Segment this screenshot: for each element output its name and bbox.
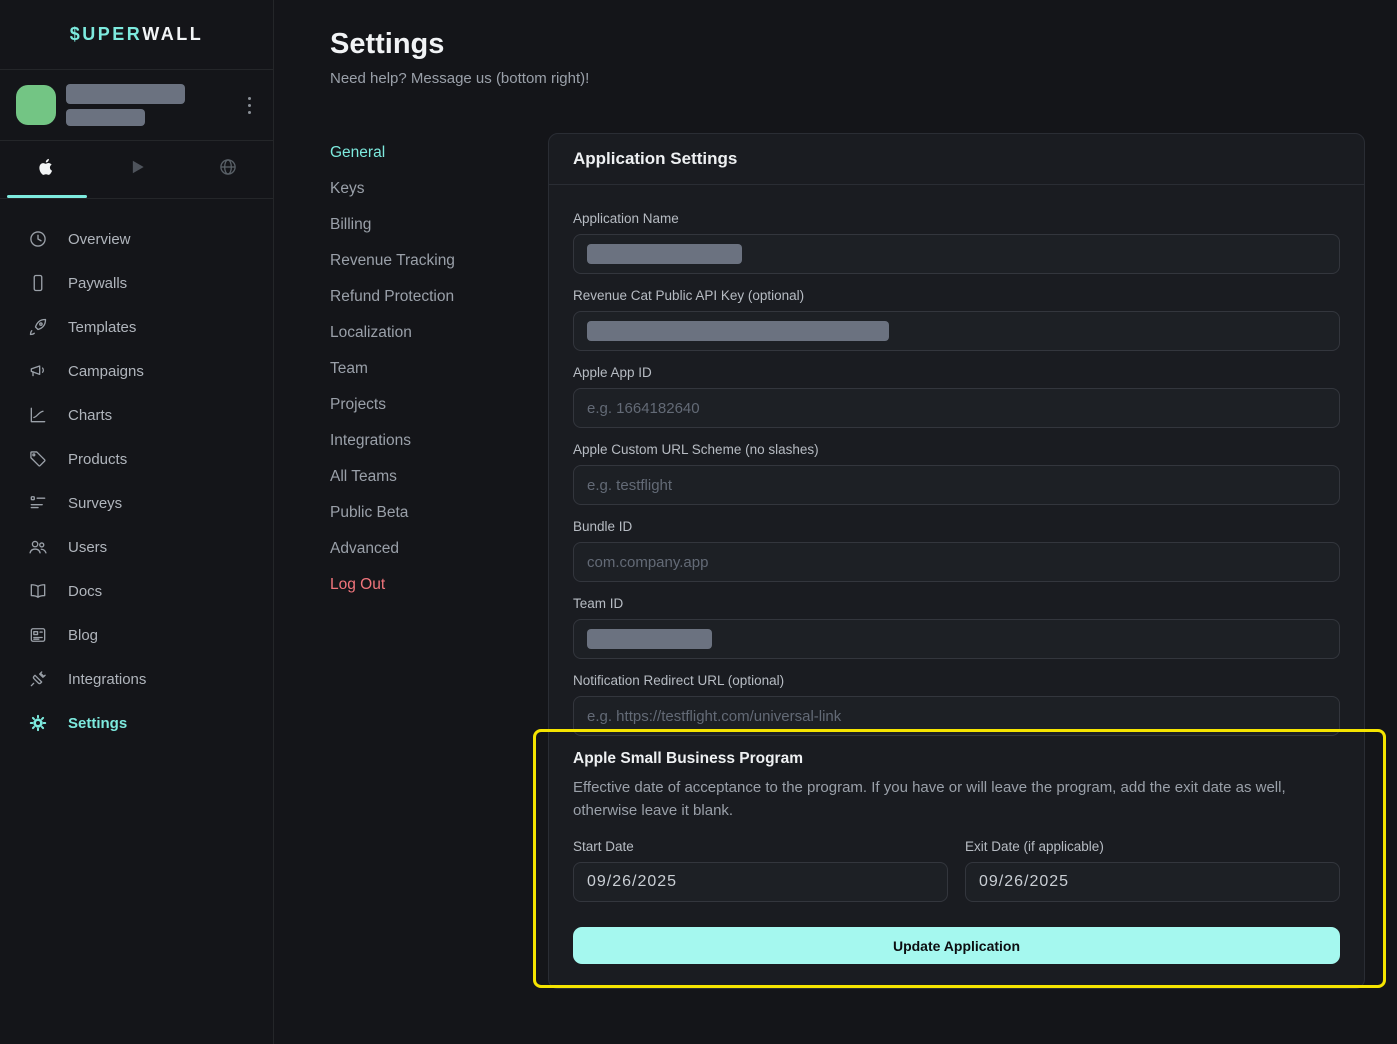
sidebar: $UPERWALL bbox=[0, 0, 274, 1044]
docs-book-icon bbox=[28, 581, 48, 601]
paywalls-phone-icon bbox=[28, 273, 48, 293]
apple-app-id-input[interactable] bbox=[573, 388, 1340, 428]
sidebar-item-charts[interactable]: Charts bbox=[0, 393, 273, 437]
sidebar-item-label: Blog bbox=[68, 627, 98, 644]
sidebar-item-label: Overview bbox=[68, 231, 131, 248]
small-business-title: Apple Small Business Program bbox=[573, 750, 1340, 768]
page-title: Settings bbox=[330, 28, 1365, 61]
sidebar-item-docs[interactable]: Docs bbox=[0, 569, 273, 613]
settings-gear-icon bbox=[28, 713, 48, 733]
workspace-switcher[interactable] bbox=[0, 70, 273, 141]
overview-clock-icon bbox=[28, 229, 48, 249]
templates-rocket-icon bbox=[28, 317, 48, 337]
exit-date-input[interactable] bbox=[965, 862, 1340, 902]
settings-nav-revenue-tracking[interactable]: Revenue Tracking bbox=[330, 243, 548, 279]
settings-nav-refund-protection[interactable]: Refund Protection bbox=[330, 279, 548, 315]
sidebar-item-label: Templates bbox=[68, 319, 136, 336]
small-business-description: Effective date of acceptance to the prog… bbox=[573, 776, 1340, 822]
settings-nav-localization[interactable]: Localization bbox=[330, 315, 548, 351]
sidebar-item-templates[interactable]: Templates bbox=[0, 305, 273, 349]
start-date-label: Start Date bbox=[573, 839, 948, 854]
redacted-bar bbox=[66, 84, 185, 104]
settings-nav-log-out[interactable]: Log Out bbox=[330, 567, 548, 603]
bundle-id-input[interactable] bbox=[573, 542, 1340, 582]
play-icon bbox=[127, 157, 147, 182]
sidebar-item-label: Paywalls bbox=[68, 275, 127, 292]
sidebar-item-products[interactable]: Products bbox=[0, 437, 273, 481]
sidebar-item-settings[interactable]: Settings bbox=[0, 701, 273, 745]
apple-app-id-label: Apple App ID bbox=[573, 365, 1340, 380]
workspace-name-redacted bbox=[66, 84, 185, 126]
team-id-input[interactable] bbox=[573, 619, 1340, 659]
sidebar-item-integrations[interactable]: Integrations bbox=[0, 657, 273, 701]
url-scheme-label: Apple Custom URL Scheme (no slashes) bbox=[573, 442, 1340, 457]
card-title: Application Settings bbox=[549, 134, 1364, 185]
sidebar-item-label: Settings bbox=[68, 715, 127, 732]
sidebar-item-label: Docs bbox=[68, 583, 102, 600]
settings-nav-general[interactable]: General bbox=[330, 135, 548, 171]
workspace-avatar bbox=[16, 85, 56, 125]
app-logo[interactable]: $UPERWALL bbox=[0, 0, 273, 70]
revenue-cat-key-label: Revenue Cat Public API Key (optional) bbox=[573, 288, 1340, 303]
update-application-button[interactable]: Update Application bbox=[573, 927, 1340, 964]
redacted-bar bbox=[66, 109, 145, 126]
sidebar-nav: Overview Paywalls Templates Campaigns Ch… bbox=[0, 199, 273, 745]
application-settings-card: Application Settings Application Name Re… bbox=[548, 133, 1365, 989]
application-name-input[interactable] bbox=[573, 234, 1340, 274]
campaigns-megaphone-icon bbox=[28, 361, 48, 381]
kebab-menu-icon[interactable] bbox=[242, 91, 257, 120]
application-name-label: Application Name bbox=[573, 211, 1340, 226]
sidebar-item-label: Products bbox=[68, 451, 127, 468]
sidebar-item-blog[interactable]: Blog bbox=[0, 613, 273, 657]
notification-redirect-url-label: Notification Redirect URL (optional) bbox=[573, 673, 1340, 688]
settings-nav-public-beta[interactable]: Public Beta bbox=[330, 495, 548, 531]
sidebar-item-label: Integrations bbox=[68, 671, 146, 688]
products-tag-icon bbox=[28, 449, 48, 469]
apple-icon bbox=[36, 157, 56, 182]
redacted-value bbox=[587, 244, 742, 264]
sidebar-item-users[interactable]: Users bbox=[0, 525, 273, 569]
blog-news-icon bbox=[28, 625, 48, 645]
tab-google-play[interactable] bbox=[91, 141, 182, 198]
integrations-plug-icon bbox=[28, 669, 48, 689]
logo-text-prefix: $UPER bbox=[70, 24, 143, 45]
sidebar-item-label: Charts bbox=[68, 407, 112, 424]
tab-apple[interactable] bbox=[0, 141, 91, 198]
sidebar-item-surveys[interactable]: Surveys bbox=[0, 481, 273, 525]
settings-nav-team[interactable]: Team bbox=[330, 351, 548, 387]
users-people-icon bbox=[28, 537, 48, 557]
page-subtitle: Need help? Message us (bottom right)! bbox=[330, 70, 1365, 87]
sidebar-item-overview[interactable]: Overview bbox=[0, 217, 273, 261]
main-content: Settings Need help? Message us (bottom r… bbox=[274, 0, 1397, 989]
platform-tabs bbox=[0, 141, 273, 199]
apple-small-business-section: Apple Small Business Program Effective d… bbox=[573, 750, 1340, 902]
redacted-value bbox=[587, 629, 712, 649]
sidebar-item-label: Campaigns bbox=[68, 363, 144, 380]
globe-icon bbox=[218, 157, 238, 182]
redacted-value bbox=[587, 321, 889, 341]
notification-redirect-url-input[interactable] bbox=[573, 696, 1340, 736]
revenue-cat-key-input[interactable] bbox=[573, 311, 1340, 351]
exit-date-label: Exit Date (if applicable) bbox=[965, 839, 1340, 854]
settings-nav-billing[interactable]: Billing bbox=[330, 207, 548, 243]
sidebar-item-label: Surveys bbox=[68, 495, 122, 512]
surveys-checklist-icon bbox=[28, 493, 48, 513]
sidebar-item-label: Users bbox=[68, 539, 107, 556]
bundle-id-label: Bundle ID bbox=[573, 519, 1340, 534]
settings-nav-integrations[interactable]: Integrations bbox=[330, 423, 548, 459]
team-id-label: Team ID bbox=[573, 596, 1340, 611]
tab-web[interactable] bbox=[182, 141, 273, 198]
start-date-input[interactable] bbox=[573, 862, 948, 902]
charts-line-icon bbox=[28, 405, 48, 425]
logo-text-suffix: WALL bbox=[142, 24, 203, 45]
url-scheme-input[interactable] bbox=[573, 465, 1340, 505]
sidebar-item-campaigns[interactable]: Campaigns bbox=[0, 349, 273, 393]
settings-nav-keys[interactable]: Keys bbox=[330, 171, 548, 207]
settings-nav: General Keys Billing Revenue Tracking Re… bbox=[330, 133, 548, 989]
sidebar-item-paywalls[interactable]: Paywalls bbox=[0, 261, 273, 305]
settings-nav-advanced[interactable]: Advanced bbox=[330, 531, 548, 567]
settings-nav-projects[interactable]: Projects bbox=[330, 387, 548, 423]
settings-nav-all-teams[interactable]: All Teams bbox=[330, 459, 548, 495]
